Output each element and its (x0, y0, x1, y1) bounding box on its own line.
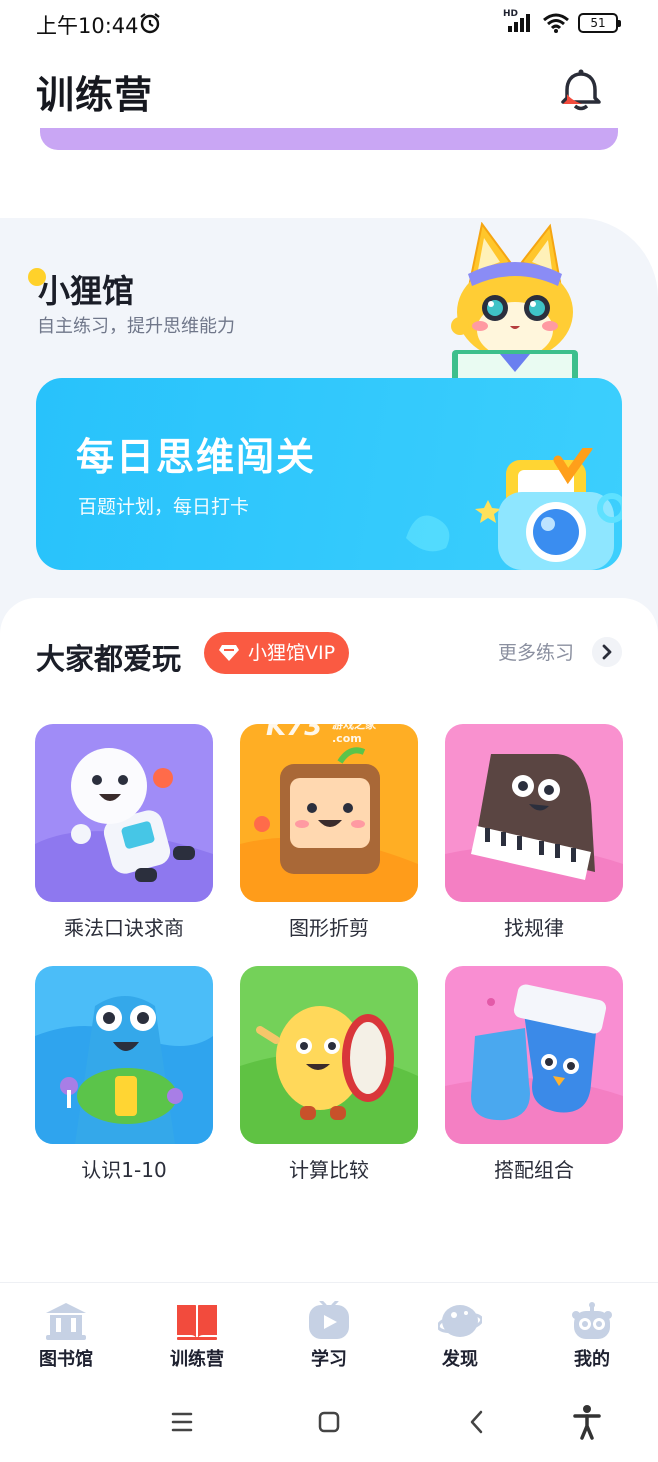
xiaoli-subtitle: 自主练习，提升思维能力 (37, 316, 235, 337)
nav-label: 发现 (442, 1349, 478, 1370)
status-bar: 上午10:44 HD 51 (0, 0, 658, 48)
piano-illustration (445, 754, 623, 902)
nav-label: 训练营 (170, 1349, 224, 1370)
system-navigation-bar (0, 1380, 658, 1462)
wifi-icon (543, 13, 569, 33)
alarm-icon (140, 13, 160, 34)
game-label: 计算比较 (289, 1158, 369, 1182)
game-pattern-tile[interactable] (445, 724, 623, 902)
nav-item-discover[interactable]: 发现 (410, 1283, 510, 1379)
vip-badge[interactable]: 小狸馆VIP (204, 632, 350, 674)
watermark-brand: K73 (266, 712, 323, 742)
game-label: 搭配组合 (494, 1158, 574, 1182)
diamond-icon (219, 645, 239, 661)
game-compare-tile[interactable] (240, 966, 418, 1144)
astronaut-illustration (35, 748, 213, 902)
game-numbers-tile[interactable] (35, 966, 213, 1144)
library-icon (46, 1303, 86, 1340)
book-icon (177, 1305, 217, 1340)
game-match-tile[interactable] (445, 966, 623, 1144)
game-label: 乘法口诀求商 (64, 916, 184, 940)
nav-item-training[interactable]: 训练营 (147, 1283, 247, 1379)
wood-block-illustration (240, 747, 418, 902)
xiaoli-title: 小狸馆 (38, 272, 135, 310)
watermark-domain: .com (332, 732, 362, 745)
bottom-nav: 图书馆 训练营 学习 发现 我的 (0, 1282, 658, 1378)
popular-title: 大家都爱玩 (36, 642, 182, 676)
nav-label: 我的 (574, 1349, 610, 1370)
signal-icon: HD (503, 9, 534, 34)
daily-challenge-title: 每日思维闯关 (76, 435, 317, 479)
vip-badge-label: 小狸馆VIP (248, 642, 336, 664)
game-multiplication-tile[interactable] (35, 724, 213, 902)
popular-section (0, 598, 658, 1288)
battery-icon: 51 (578, 13, 621, 33)
frog-hill-illustration (35, 996, 213, 1144)
nav-item-study[interactable]: 学习 (279, 1283, 379, 1379)
network-type: HD (503, 9, 519, 19)
daily-challenge-subtitle: 百题计划，每日打卡 (78, 496, 250, 518)
nav-label: 学习 (311, 1349, 347, 1370)
status-time: 上午10:44 (36, 14, 139, 38)
notification-bell-icon[interactable] (556, 66, 606, 116)
socks-illustration (445, 984, 623, 1144)
menu-icon[interactable] (162, 1402, 202, 1442)
accessibility-icon[interactable] (567, 1402, 607, 1442)
top-banner-edge[interactable] (40, 128, 618, 150)
game-shape-fold-tile[interactable] (240, 724, 418, 902)
drum-illustration (240, 1006, 418, 1144)
fox-mascot-image (451, 222, 578, 382)
daily-challenge-card[interactable]: 每日思维闯关 百题计划，每日打卡 (36, 378, 622, 570)
site-watermark: K73 游戏之家 .com (266, 712, 376, 745)
robot-icon (572, 1302, 612, 1339)
back-icon[interactable] (458, 1402, 498, 1442)
chevron-right-icon[interactable] (592, 637, 622, 667)
nav-item-library[interactable]: 图书馆 (16, 1283, 116, 1379)
nav-item-mine[interactable]: 我的 (542, 1283, 642, 1379)
more-practice-link[interactable]: 更多练习 (498, 638, 574, 665)
game-label: 图形折剪 (289, 916, 369, 940)
watermark-tagline: 游戏之家 (332, 718, 376, 731)
planet-icon (438, 1305, 482, 1337)
video-icon (309, 1301, 349, 1339)
page-title: 训练营 (36, 73, 154, 117)
nav-label: 图书馆 (39, 1349, 93, 1370)
game-label: 认识1-10 (81, 1158, 167, 1182)
game-label: 找规律 (504, 916, 564, 940)
home-square-icon[interactable] (309, 1402, 349, 1442)
camera-checkmark-illustration (406, 448, 622, 570)
